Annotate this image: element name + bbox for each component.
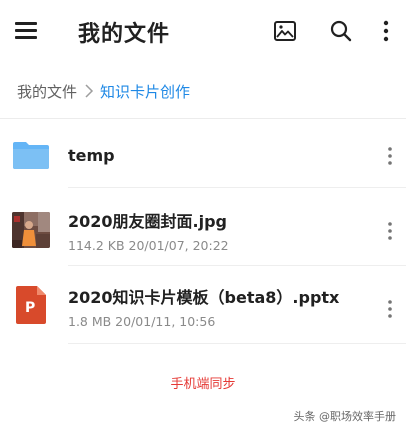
breadcrumb-root[interactable]: 我的文件 bbox=[17, 81, 77, 102]
chevron-right-icon bbox=[84, 84, 94, 98]
file-meta: 1.8 MB 20/01/11, 10:56 bbox=[68, 314, 216, 329]
divider bbox=[68, 343, 406, 344]
app-bar: 我的文件 bbox=[0, 0, 406, 62]
watermark: 头条 @职场效率手册 bbox=[293, 410, 397, 423]
image-icon[interactable] bbox=[272, 18, 298, 44]
divider bbox=[68, 265, 406, 266]
search-icon[interactable] bbox=[328, 18, 354, 44]
more-vert-icon[interactable] bbox=[384, 146, 396, 166]
pptx-icon: P bbox=[16, 286, 46, 324]
divider bbox=[68, 187, 406, 188]
breadcrumb: 我的文件 知识卡片创作 bbox=[0, 70, 406, 112]
page-title: 我的文件 bbox=[78, 22, 171, 47]
file-meta: 114.2 KB 20/01/07, 20:22 bbox=[68, 238, 229, 253]
menu-icon[interactable] bbox=[15, 20, 39, 42]
file-row-jpg[interactable]: 2020朋友圈封面.jpg 114.2 KB 20/01/07, 20:22 bbox=[0, 196, 406, 266]
file-row-pptx[interactable]: P 2020知识卡片模板（beta8）.pptx 1.8 MB 20/01/11… bbox=[0, 272, 406, 344]
file-row-temp[interactable]: temp bbox=[0, 124, 406, 188]
breadcrumb-current[interactable]: 知识卡片创作 bbox=[100, 81, 190, 102]
divider bbox=[0, 118, 406, 119]
sync-note: 手机端同步 bbox=[170, 377, 236, 392]
svg-text:P: P bbox=[25, 300, 35, 316]
more-vert-icon[interactable] bbox=[384, 299, 396, 319]
more-vert-icon[interactable] bbox=[376, 18, 396, 44]
file-name: temp bbox=[68, 146, 115, 165]
image-thumbnail bbox=[12, 212, 50, 248]
file-name: 2020朋友圈封面.jpg bbox=[68, 212, 228, 231]
file-name: 2020知识卡片模板（beta8）.pptx bbox=[68, 288, 340, 307]
more-vert-icon[interactable] bbox=[384, 221, 396, 241]
folder-icon bbox=[12, 140, 50, 170]
